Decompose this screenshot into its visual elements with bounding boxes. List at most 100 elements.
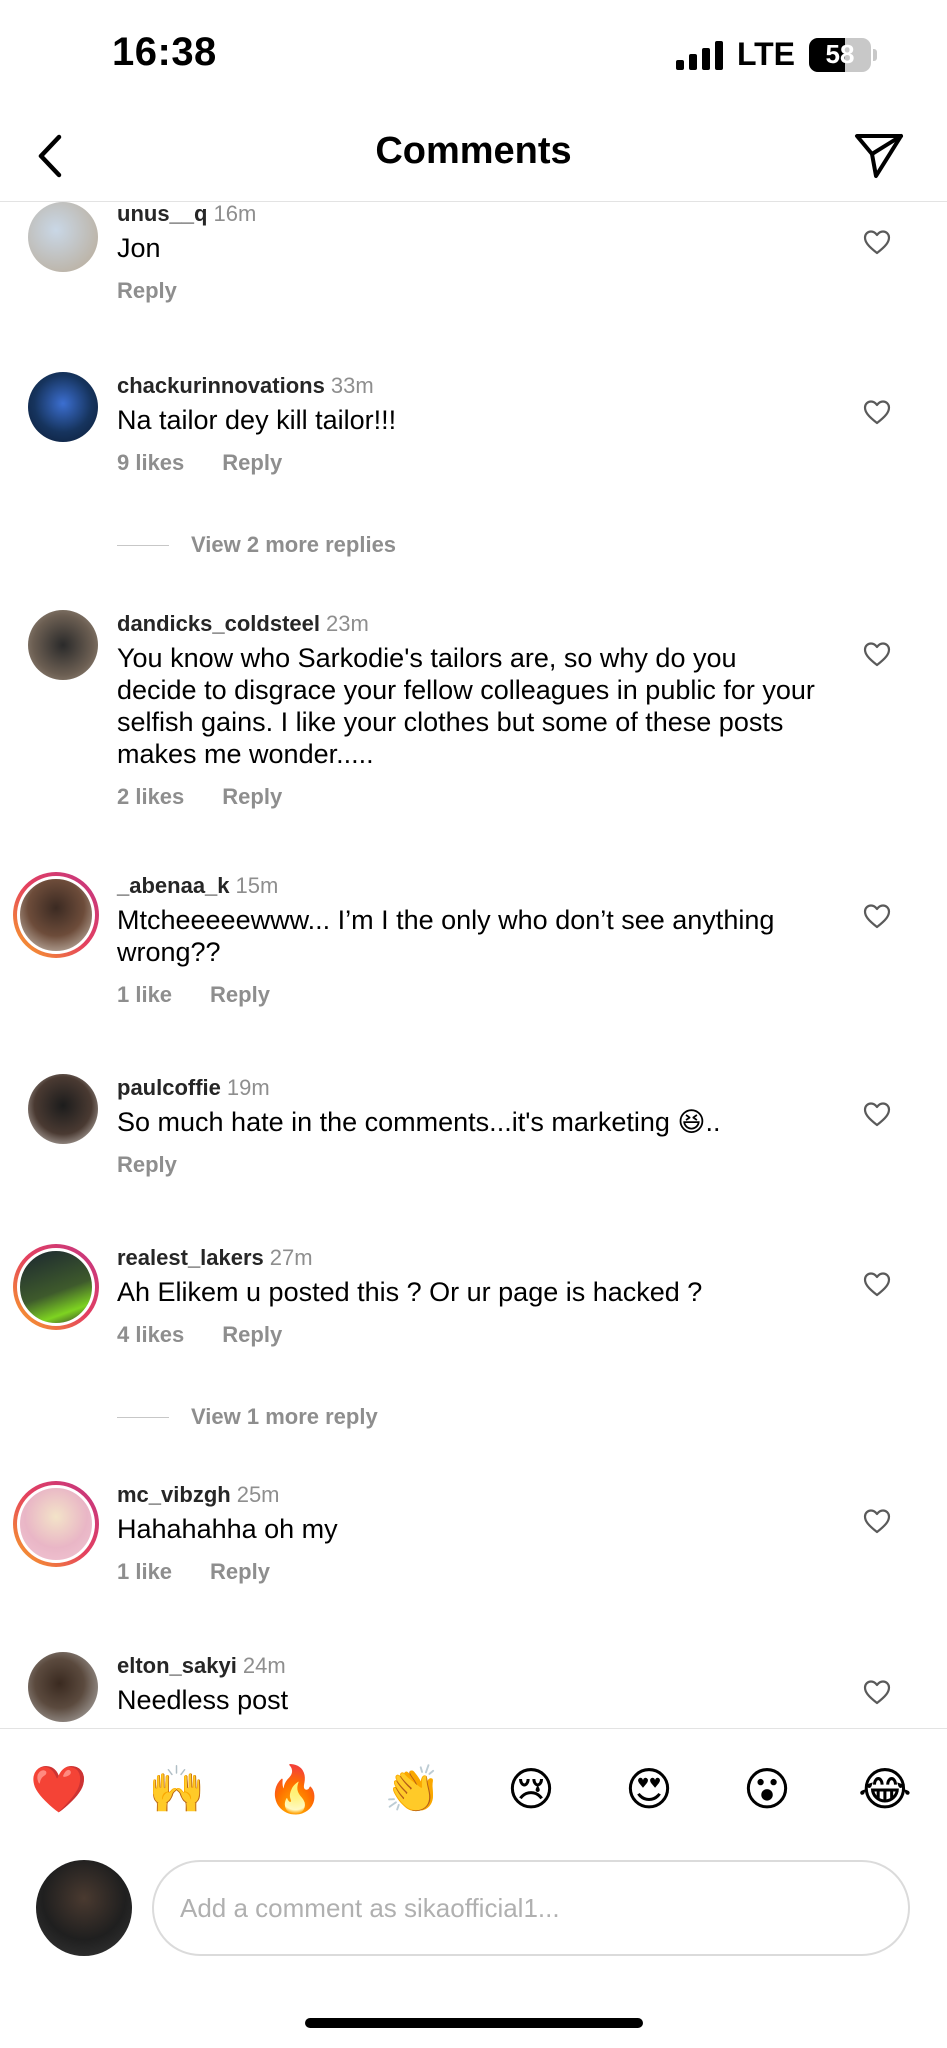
like-button[interactable] — [857, 1094, 897, 1134]
likes-count[interactable]: 2 likes — [117, 784, 184, 810]
comment-username[interactable]: elton_sakyi — [117, 1653, 237, 1678]
comment-time: 33m — [330, 373, 374, 398]
reaction-heart[interactable]: ❤️ — [29, 1759, 89, 1819]
reaction-laughing[interactable]: 😂 — [855, 1759, 915, 1819]
comment-time: 16m — [213, 202, 257, 226]
reply-button[interactable]: Reply — [210, 1559, 270, 1585]
paper-plane-icon — [855, 134, 903, 178]
battery-icon: 58 — [809, 37, 871, 72]
home-indicator[interactable] — [305, 2018, 643, 2028]
reply-button[interactable]: Reply — [222, 784, 282, 810]
heart-icon — [863, 1102, 891, 1127]
comment-text: Ah Elikem u posted this ? Or ur page is … — [117, 1277, 703, 1307]
heart-icon — [863, 400, 891, 425]
heart-icon — [863, 1680, 891, 1705]
reaction-fire[interactable]: 🔥 — [265, 1759, 325, 1819]
heart-icon — [863, 230, 891, 255]
like-button[interactable] — [857, 896, 897, 936]
quick-reactions-bar: ❤️ 🙌 🔥 👏 😢 😍 😮 😂 — [0, 1728, 947, 1848]
comment-username[interactable]: dandicks_coldsteel — [117, 611, 320, 636]
comment-time: 15m — [235, 873, 279, 898]
status-bar: 16:38 LTE 58 — [0, 0, 947, 110]
view-replies-label: View 2 more replies — [191, 532, 397, 557]
comment-item: dandicks_coldsteel 23m You know who Sarko… — [0, 610, 947, 870]
share-button[interactable] — [849, 126, 909, 186]
avatar[interactable] — [13, 1481, 99, 1567]
battery-tip — [873, 48, 877, 61]
reply-button[interactable]: Reply — [222, 1322, 282, 1348]
current-user-avatar — [36, 1860, 132, 1956]
likes-count[interactable]: 4 likes — [117, 1322, 184, 1348]
reaction-surprised[interactable]: 😮 — [737, 1759, 797, 1819]
avatar[interactable] — [13, 1244, 99, 1330]
comment-text: So much hate in the comments...it's mark… — [117, 1107, 721, 1137]
reply-button[interactable]: Reply — [210, 982, 270, 1008]
reply-button[interactable]: Reply — [117, 278, 177, 304]
reaction-heart-eyes[interactable]: 😍 — [619, 1759, 679, 1819]
reaction-raised-hands[interactable]: 🙌 — [147, 1759, 207, 1819]
comment-item: chackurinnovations 33m Na tailor dey kill… — [0, 372, 947, 602]
replies-divider — [117, 1416, 169, 1418]
comment-composer — [0, 1848, 947, 1978]
avatar[interactable] — [13, 872, 99, 958]
page-title: Comments — [375, 130, 572, 172]
comments-list[interactable]: unus__q 16m Jon Reply chackurinnovations 3… — [0, 202, 947, 1728]
comment-username[interactable]: paulcoffie — [117, 1075, 221, 1100]
avatar[interactable] — [28, 202, 98, 272]
heart-icon — [863, 1509, 891, 1534]
heart-icon — [863, 1272, 891, 1297]
like-button[interactable] — [857, 634, 897, 674]
view-replies-label: View 1 more reply — [191, 1404, 378, 1429]
reaction-clap[interactable]: 👏 — [383, 1759, 443, 1819]
comment-username[interactable]: mc_vibzgh — [117, 1482, 231, 1507]
like-button[interactable] — [857, 222, 897, 262]
comment-item: realest_lakers 27m Ah Elikem u posted thi… — [0, 1244, 947, 1484]
status-indicators: LTE 58 — [675, 36, 877, 73]
comment-text: Mtcheeeeewww... I’m I the only who don’t… — [117, 905, 775, 967]
comment-username[interactable]: _abenaa_k — [117, 873, 230, 898]
like-button[interactable] — [857, 1672, 897, 1712]
comment-time: 19m — [226, 1075, 270, 1100]
network-label: LTE — [736, 36, 795, 72]
view-replies-button[interactable]: View 2 more replies — [117, 532, 396, 558]
comment-input[interactable] — [152, 1860, 910, 1956]
comment-text: You know who Sarkodie's tailors are, so … — [117, 643, 815, 769]
comment-item: elton_sakyi 24m Needless post — [0, 1652, 947, 1728]
comment-text: Hahahahha oh my — [117, 1514, 338, 1544]
comment-time: 24m — [242, 1653, 286, 1678]
like-button[interactable] — [857, 1501, 897, 1541]
comment-text: Needless post — [117, 1685, 289, 1715]
comment-time: 27m — [269, 1245, 313, 1270]
like-button[interactable] — [857, 392, 897, 432]
replies-divider — [117, 544, 169, 546]
reply-button[interactable]: Reply — [117, 1152, 177, 1178]
signal-icon — [675, 40, 723, 70]
reaction-crying[interactable]: 😢 — [501, 1759, 561, 1819]
likes-count[interactable]: 9 likes — [117, 450, 184, 476]
comment-item: mc_vibzgh 25m Hahahahha oh my 1 like Reply — [0, 1481, 947, 1651]
comment-text: Jon — [117, 233, 161, 263]
comment-username[interactable]: unus__q — [117, 202, 207, 226]
comment-text: Na tailor dey kill tailor!!! — [117, 405, 397, 435]
comment-item: paulcoffie 19m So much hate in the commen… — [0, 1074, 947, 1244]
avatar[interactable] — [28, 610, 98, 680]
avatar[interactable] — [28, 372, 98, 442]
avatar[interactable] — [28, 1074, 98, 1144]
comment-item: _abenaa_k 15m Mtcheeeeewww... I’m I the o… — [0, 872, 947, 1072]
heart-icon — [863, 642, 891, 667]
comment-time: 25m — [236, 1482, 280, 1507]
view-replies-button[interactable]: View 1 more reply — [117, 1404, 378, 1430]
heart-icon — [863, 904, 891, 929]
status-time: 16:38 — [112, 30, 217, 74]
reply-button[interactable]: Reply — [222, 450, 282, 476]
header: Comments — [0, 110, 947, 202]
likes-count[interactable]: 1 like — [117, 1559, 172, 1585]
likes-count[interactable]: 1 like — [117, 982, 172, 1008]
comment-username[interactable]: chackurinnovations — [117, 373, 325, 398]
comment-username[interactable]: realest_lakers — [117, 1245, 264, 1270]
like-button[interactable] — [857, 1264, 897, 1304]
comment-time: 23m — [325, 611, 369, 636]
battery-percent: 58 — [825, 39, 855, 69]
comment-item: unus__q 16m Jon Reply — [0, 202, 947, 372]
avatar[interactable] — [28, 1652, 98, 1722]
